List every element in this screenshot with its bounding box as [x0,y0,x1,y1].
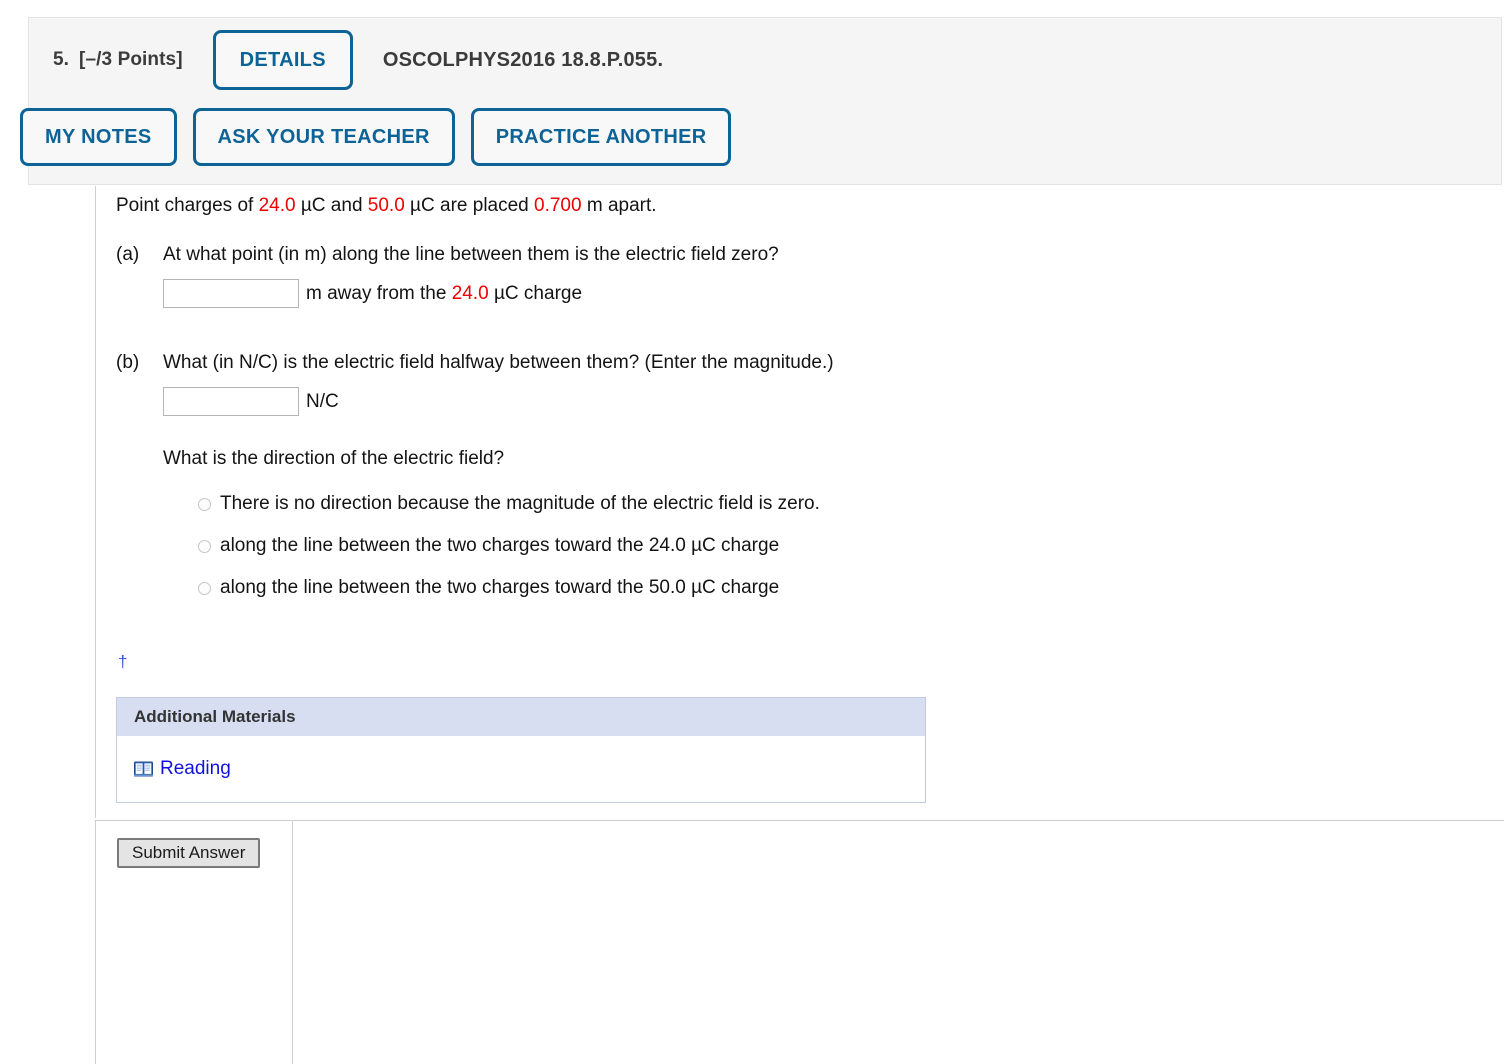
additional-materials-title: Additional Materials [117,698,925,736]
footer-left-rule [95,821,96,1064]
part-b-answer-input[interactable] [163,387,299,416]
option-row-toward-24[interactable]: along the line between the two charges t… [163,525,1456,567]
part-a-unit-label: m away from the 24.0 µC charge [306,283,582,305]
stem-charge-2: 50.0 [367,195,405,216]
book-icon [134,761,153,777]
part-b-answer-line: N/C [163,387,1456,416]
my-notes-button[interactable]: MY NOTES [20,108,177,166]
question-header-panel: 5. [–/3 Points] DETAILS OSCOLPHYS2016 18.… [20,17,1502,185]
part-b-body: What (in N/C) is the electric field half… [163,350,1456,609]
reading-link[interactable]: Reading [160,758,231,780]
question-part-a: (a) At what point (in m) along the line … [116,242,1456,308]
option-row-toward-50[interactable]: along the line between the two charges t… [163,567,1456,609]
additional-materials-body: Reading [117,736,925,802]
part-a-unit-prefix: m away from the [306,282,452,304]
footer-cell-separator [292,821,293,1064]
part-b-unit-label: N/C [306,390,339,412]
content-left-rule [95,186,96,818]
question-body: Point charges of 24.0 µC and 50.0 µC are… [0,186,1504,1064]
option-label-toward-24: along the line between the two charges t… [220,535,780,556]
question-points: [–/3 Points] [79,49,183,70]
part-a-label: (a) [116,244,140,265]
question-code: OSCOLPHYS2016 18.8.P.055. [382,48,664,71]
part-a-body: At what point (in m) along the line betw… [163,242,1456,308]
radio-option-no-direction[interactable] [198,497,211,511]
part-a-prompt: At what point (in m) along the line betw… [163,244,779,265]
part-b-direction-options: There is no direction because the magnit… [163,483,1456,609]
question-stem: Point charges of 24.0 µC and 50.0 µC are… [116,186,1456,218]
part-b-direction-prompt: What is the direction of the electric fi… [163,448,505,469]
radio-option-toward-24[interactable] [198,539,211,553]
details-button[interactable]: DETAILS [212,30,353,90]
stem-text-3: µC are placed [404,195,535,216]
question-number: 5. [53,49,70,70]
question-header-row-actions: MY NOTES ASK YOUR TEACHER PRACTICE ANOTH… [20,108,732,166]
ask-your-teacher-button[interactable]: ASK YOUR TEACHER [192,108,455,166]
option-row-no-direction[interactable]: There is no direction because the magnit… [163,483,1456,525]
stem-text-2: µC and [295,195,368,216]
part-a-answer-line: m away from the 24.0 µC charge [163,279,1456,308]
stem-text-1: Point charges of [116,195,259,216]
question-header-row-primary: 5. [–/3 Points] DETAILS OSCOLPHYS2016 18.… [29,18,663,102]
question-part-b: (b) What (in N/C) is the electric field … [116,350,1456,609]
footer-top-rule [95,820,1504,821]
stem-charge-1: 24.0 [258,195,296,216]
stem-text-4: m apart. [581,195,657,216]
option-label-toward-50: along the line between the two charges t… [220,577,780,598]
stem-distance: 0.700 [534,195,582,216]
radio-option-toward-50[interactable] [198,581,211,595]
option-label-no-direction: There is no direction because the magnit… [220,493,820,514]
submit-answer-button[interactable]: Submit Answer [117,838,261,868]
part-b-prompt: What (in N/C) is the electric field half… [163,352,834,373]
part-a-unit-suffix: µC charge [488,282,583,304]
footnote-dagger-marker: † [118,652,128,671]
part-b-label: (b) [116,352,140,373]
practice-another-button[interactable]: PRACTICE ANOTHER [470,108,732,166]
part-a-unit-charge: 24.0 [451,282,489,304]
additional-materials-panel: Additional Materials Reading [116,697,926,803]
question-number-and-points: 5. [–/3 Points] [53,49,183,71]
question-content: Point charges of 24.0 µC and 50.0 µC are… [116,186,1456,803]
part-a-answer-input[interactable] [163,279,299,308]
